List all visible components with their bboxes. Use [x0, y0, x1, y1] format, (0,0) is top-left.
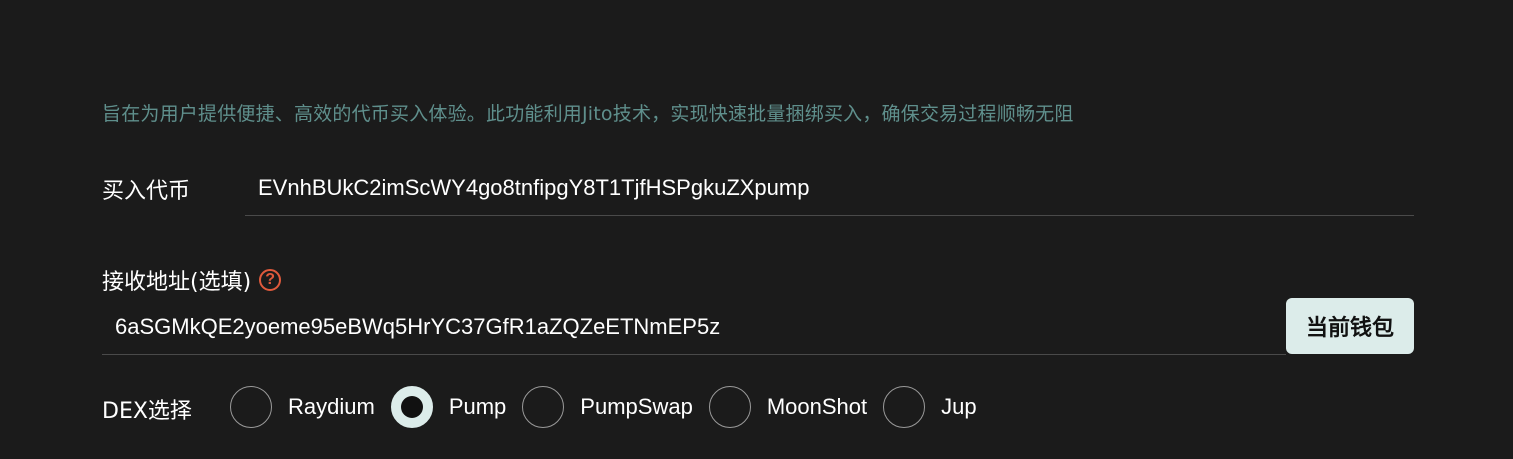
dex-option-label: Pump [448, 394, 507, 419]
dex-option-pumpswap[interactable]: PumpSwap [522, 386, 693, 428]
question-circle-icon[interactable]: ? [259, 269, 282, 291]
receive-address-input[interactable] [102, 299, 1286, 354]
current-wallet-button[interactable]: 当前钱包 [1286, 298, 1414, 354]
dex-option-label: PumpSwap [580, 394, 693, 419]
dex-select-label: DEX选择 [102, 399, 192, 424]
radio-button[interactable] [522, 386, 565, 428]
dex-option-label: Raydium [288, 394, 375, 419]
dex-option-moonshot[interactable]: MoonShot [708, 386, 868, 428]
radio-button[interactable] [230, 386, 272, 428]
jito-bundle-buy-panel: 旨在为用户提供便捷、高效的代币买入体验。此功能利用Jito技术，实现快速批量捆绑… [0, 0, 1513, 459]
dex-option-pump[interactable]: Pump [390, 386, 507, 428]
dex-option-raydium[interactable]: Raydium [230, 386, 375, 428]
receive-address-field[interactable] [102, 299, 1286, 355]
dex-option-label: Jup [941, 394, 977, 419]
buy-token-label: 买入代币 [102, 179, 191, 204]
radio-button[interactable] [390, 386, 433, 428]
dex-option-jup[interactable]: Jup [883, 386, 977, 428]
receive-address-label: 接收地址(选填) [102, 270, 252, 295]
buy-token-input[interactable] [245, 160, 1414, 215]
buy-token-field[interactable] [245, 160, 1414, 216]
radio-button[interactable] [883, 386, 926, 428]
dex-radio-group: Raydium Pump PumpSwap MoonShot Jup [230, 386, 993, 428]
receive-address-label-group: 接收地址(选填) ? [102, 264, 282, 296]
feature-description: 旨在为用户提供便捷、高效的代币买入体验。此功能利用Jito技术，实现快速批量捆绑… [102, 103, 1074, 125]
dex-option-label: MoonShot [766, 394, 868, 419]
radio-button[interactable] [708, 386, 751, 428]
